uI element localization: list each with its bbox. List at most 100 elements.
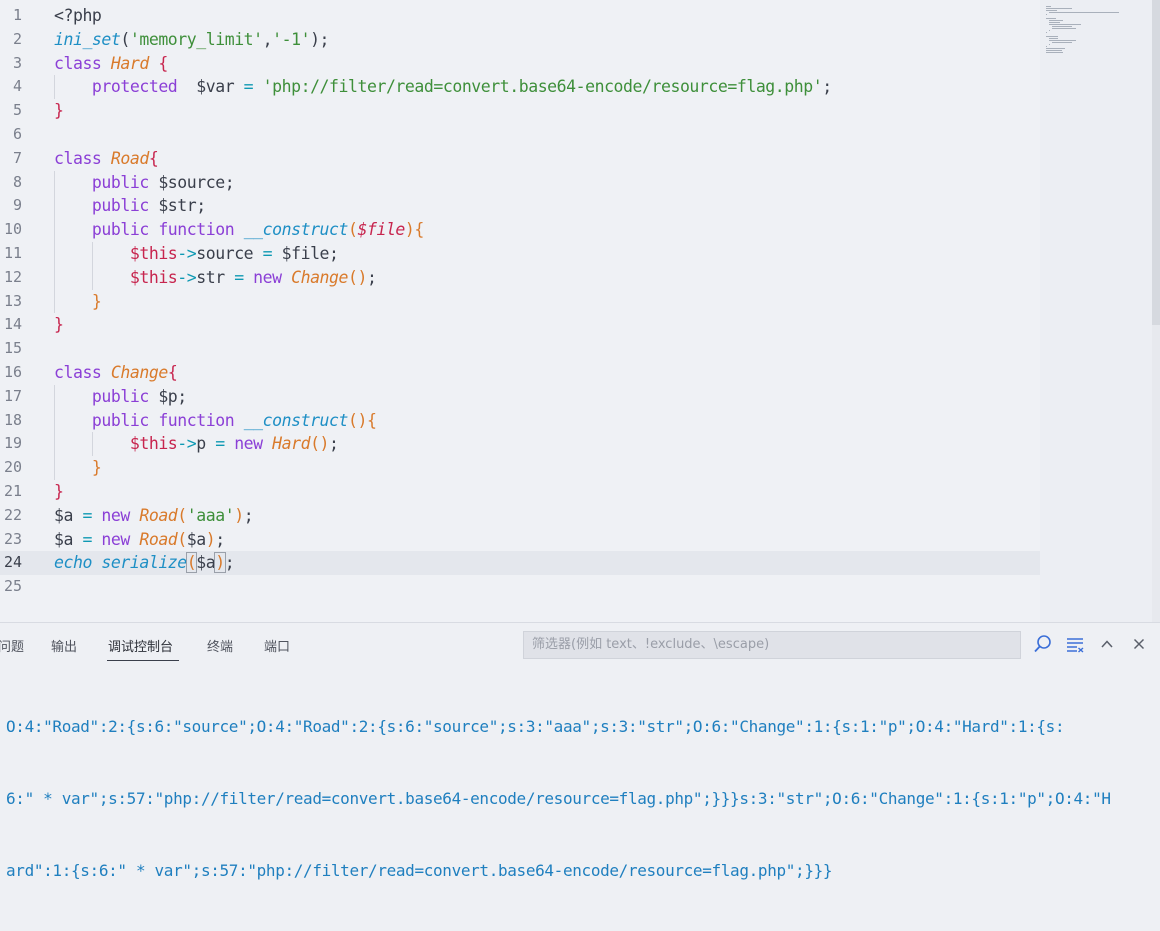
code-line[interactable]: $a = new Road($a);: [54, 528, 225, 552]
code-line[interactable]: $this->source = $file;: [54, 242, 339, 266]
code-token: }: [54, 482, 64, 501]
line-number: 23: [3, 529, 22, 548]
code-token: public function: [54, 220, 244, 240]
code-line[interactable]: public $p;: [54, 385, 187, 409]
code-token: {: [167, 363, 178, 382]
code-token: class: [54, 363, 111, 382]
filter-input[interactable]: 筛选器(例如 text、!exclude、\escape): [523, 631, 1021, 659]
code-token: ->: [177, 434, 197, 454]
line-number: 9: [12, 196, 22, 215]
code-line[interactable]: }: [54, 313, 64, 337]
debug-console-output[interactable]: O:4:"Road":2:{s:6:"source";O:4:"Road":2:…: [6, 667, 1156, 931]
code-token: p: [196, 434, 216, 454]
bottom-panel: 问题 输出 调试控制台 终端 端口 筛选器(例如 text、!exclude、\…: [0, 622, 1160, 880]
code-line[interactable]: $this->p = new Hard();: [54, 432, 339, 456]
code-line[interactable]: ini_set('memory_limit','-1');: [54, 28, 329, 52]
code-token: }: [54, 315, 64, 335]
tab-debug-console[interactable]: 调试控制台: [108, 636, 173, 655]
code-token: (: [185, 552, 198, 574]
code-token: ;: [243, 505, 254, 525]
active-tab-indicator: [107, 660, 179, 661]
code-line[interactable]: }: [54, 456, 102, 480]
minimap-line: [1049, 22, 1060, 23]
code-line[interactable]: }: [54, 99, 64, 123]
code-token: $file: [357, 220, 406, 240]
code-token: public function: [54, 410, 244, 430]
code-line[interactable]: class Change{: [54, 361, 178, 385]
code-token: }: [54, 291, 102, 311]
tab-terminal[interactable]: 终端: [207, 636, 233, 655]
minimap-line: [1049, 24, 1081, 25]
code-token: public: [54, 172, 159, 192]
code-token: ;: [329, 434, 339, 454]
minimap[interactable]: [1040, 0, 1152, 622]
code-line[interactable]: $a = new Road('aaa');: [54, 504, 254, 528]
tab-problems[interactable]: 问题: [0, 636, 24, 655]
code-token: {: [148, 148, 159, 168]
code-line[interactable]: <?php: [54, 4, 102, 28]
panel-tabs: 问题 输出 调试控制台 终端 端口: [0, 623, 520, 667]
filter-list-icon: [1067, 638, 1084, 653]
line-number: 5: [12, 101, 22, 120]
line-number: 2: [12, 29, 22, 48]
code-line[interactable]: class Hard {: [54, 52, 168, 76]
code-line[interactable]: echo serialize($a);: [54, 551, 235, 575]
code-token: =: [72, 529, 102, 549]
code-token: ): [234, 505, 244, 525]
minimap-line: [1049, 38, 1059, 39]
code-token: __construct: [243, 410, 349, 430]
code-token: source: [196, 244, 263, 263]
code-editor[interactable]: 1 2 3 4 5 6 7 8 9 10 11 12 13 14 15 16 17 18 19 20 21 22 23 24 2…: [0, 0, 1160, 622]
code-line[interactable]: $this->str = new Change();: [54, 266, 377, 290]
code-token: __construct: [243, 220, 349, 240]
minimap-line: [1046, 14, 1047, 15]
code-token: (): [348, 267, 367, 287]
output-line: 6:" * var";s:57:"php://filter/read=conve…: [6, 789, 1111, 808]
code-token: ;: [822, 77, 832, 97]
tab-output[interactable]: 输出: [51, 636, 77, 655]
close-panel-button[interactable]: [1126, 631, 1152, 657]
code-token: Road: [139, 529, 178, 549]
line-number: 6: [12, 125, 22, 143]
minimap-line: [1046, 8, 1073, 9]
scrollbar-thumb[interactable]: [1152, 0, 1160, 325]
code-area[interactable]: <?php ini_set('memory_limit','-1'); class …: [54, 0, 1039, 622]
code-token: Road: [139, 505, 178, 525]
code-line[interactable]: }: [54, 480, 64, 504]
code-line[interactable]: public $str;: [54, 194, 206, 218]
line-number: 4: [12, 77, 22, 96]
code-token: $var: [196, 77, 235, 97]
code-token: Change: [110, 363, 168, 382]
minimap-line: [1049, 44, 1051, 45]
code-line[interactable]: class Road{: [54, 147, 159, 171]
code-token: ;: [366, 267, 377, 287]
code-token: <?php: [54, 6, 102, 25]
search-button[interactable]: [1030, 631, 1056, 657]
indent-guide: [54, 75, 55, 100]
code-line[interactable]: }: [54, 290, 102, 314]
maximize-panel-button[interactable]: [1094, 631, 1120, 657]
code-line[interactable]: public function __construct($file){: [54, 218, 424, 242]
code-token: (: [348, 220, 358, 240]
indent-guide: [92, 432, 93, 457]
line-number: 21: [3, 482, 22, 500]
code-line[interactable]: protected $var = 'php://filter/read=conv…: [54, 75, 832, 99]
code-token: $a: [54, 505, 73, 525]
code-token: $this: [129, 244, 178, 263]
line-number: 7: [12, 148, 22, 167]
code-token: =: [234, 267, 254, 287]
filter-list-button[interactable]: [1062, 631, 1088, 657]
line-number: 17: [3, 386, 22, 405]
code-token: 'aaa': [186, 505, 235, 525]
line-number: 24: [3, 553, 22, 572]
minimap-line: [1052, 28, 1076, 29]
code-line[interactable]: public $source;: [54, 171, 235, 195]
minimap-line: [1046, 50, 1063, 51]
tab-ports[interactable]: 端口: [264, 636, 290, 655]
code-line[interactable]: public function __construct(){: [54, 409, 377, 433]
code-token: ->: [177, 267, 197, 287]
code-token: public: [54, 386, 159, 406]
line-number: 18: [3, 410, 22, 429]
line-number: 13: [3, 291, 22, 310]
code-token: $p;: [158, 386, 187, 406]
